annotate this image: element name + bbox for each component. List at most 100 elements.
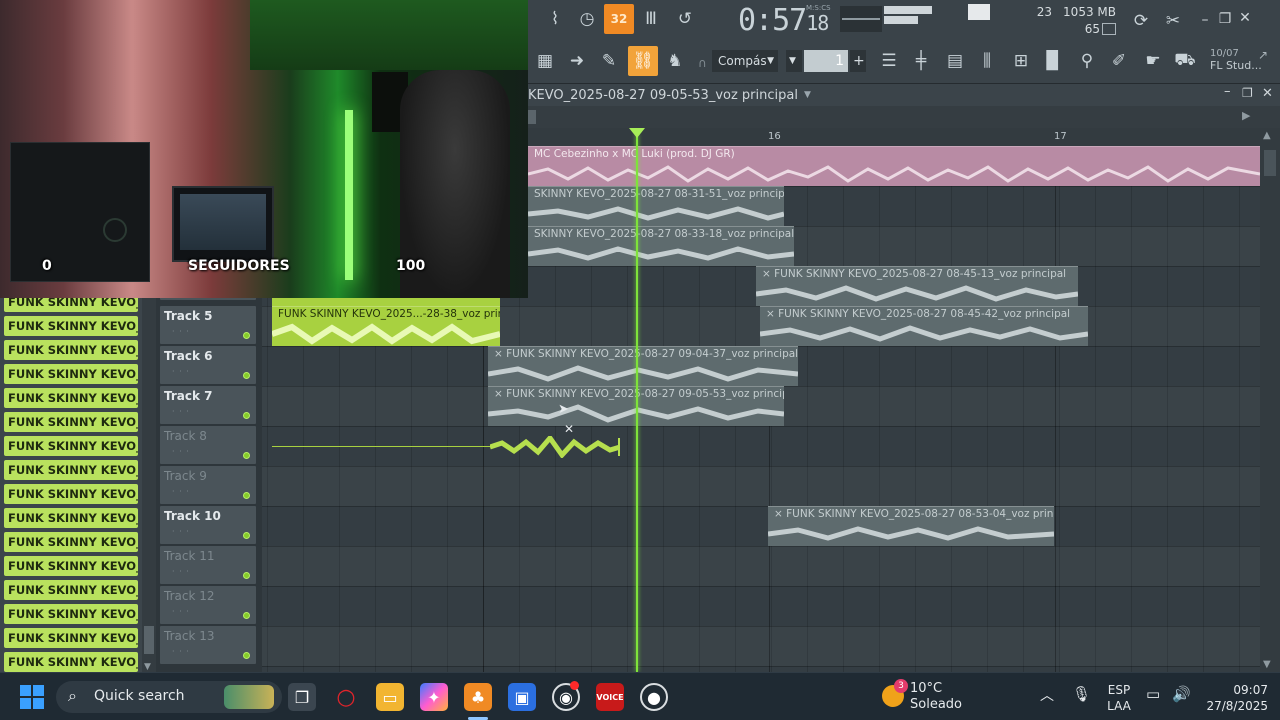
pl-minimize-icon[interactable]: –: [1224, 84, 1231, 99]
track-header[interactable]: Track 7 · · ·: [160, 386, 256, 424]
tools-icon[interactable]: ✂: [1158, 6, 1188, 36]
track-led-icon[interactable]: [243, 612, 250, 619]
restore-icon[interactable]: ❐: [1216, 11, 1234, 27]
browser-icon[interactable]: ⊞: [1006, 46, 1036, 76]
pattern-item[interactable]: FUNK SKINNY KEVO_2025...: [4, 652, 138, 672]
pl-restore-icon[interactable]: ❐: [1242, 86, 1253, 100]
playhead-marker-icon[interactable]: [629, 128, 645, 138]
news-panel[interactable]: 10/07 FL Stud...: [1210, 48, 1262, 72]
volume-icon[interactable]: 🔊: [1172, 685, 1191, 703]
windows-start-icon[interactable]: [20, 685, 44, 709]
snap-selector[interactable]: Compás ▼: [712, 50, 778, 72]
clock-date[interactable]: 27/8/2025: [1196, 699, 1268, 713]
pattern-item[interactable]: FUNK SKINNY KEVO_2025...: [4, 460, 138, 480]
fl-studio-icon[interactable]: ♣: [464, 683, 492, 711]
pattern-item[interactable]: FUNK SKINNY KEVO_2025...: [4, 436, 138, 456]
track-led-icon[interactable]: [243, 572, 250, 579]
track-led-icon[interactable]: [243, 452, 250, 459]
picker-scroll-down-icon[interactable]: ▼: [144, 662, 151, 672]
track-header[interactable]: Track 10 · · ·: [160, 506, 256, 544]
store-icon[interactable]: ▣: [508, 683, 536, 711]
project-icon[interactable]: ▉: [1038, 46, 1068, 76]
metronome-icon[interactable]: ⌇: [540, 4, 570, 34]
wait-record-icon[interactable]: ◷: [572, 4, 602, 34]
lang-bottom[interactable]: LAA: [1106, 699, 1132, 713]
vscroll-thumb[interactable]: [1264, 150, 1276, 176]
network-icon[interactable]: ▭: [1146, 685, 1160, 703]
playlist-icon[interactable]: ☰: [874, 46, 904, 76]
track-header[interactable]: Track 11 · · ·: [160, 546, 256, 584]
pattern-item[interactable]: FUNK SKINNY KEVO_2025...: [4, 556, 138, 576]
countdown-button[interactable]: 32: [604, 4, 634, 34]
audio-clip-track4[interactable]: × FUNK SKINNY KEVO_2025-08-27 08-45-13_v…: [756, 266, 1078, 306]
mixer-icon[interactable]: ⫼: [972, 46, 1002, 76]
scroll-right-icon[interactable]: ▶: [1242, 109, 1258, 125]
brush-icon[interactable]: ✎: [594, 46, 624, 76]
picker-scroll-thumb[interactable]: [144, 626, 154, 654]
file-explorer-icon[interactable]: ▭: [376, 683, 404, 711]
track-led-icon[interactable]: [243, 372, 250, 379]
link-icon[interactable]: ⛓: [628, 46, 658, 76]
pattern-add-icon[interactable]: +: [850, 50, 866, 72]
track-led-icon[interactable]: [243, 332, 250, 339]
track-header[interactable]: Track 6 · · ·: [160, 346, 256, 384]
audio-clip-track5-lime[interactable]: FUNK SKINNY KEVO_2025...-28-38_voz princ…: [272, 306, 500, 346]
track-header[interactable]: Track 13 · · ·: [160, 626, 256, 664]
piano-roll-icon[interactable]: ▤: [940, 46, 970, 76]
lang-top[interactable]: ESP: [1106, 683, 1132, 697]
pattern-item[interactable]: FUNK SKINNY KEVO_2025...: [4, 604, 138, 624]
track-led-icon[interactable]: [243, 492, 250, 499]
pattern-item[interactable]: FUNK SKINNY KEVO_2025...: [4, 412, 138, 432]
scroll-up-icon[interactable]: ▲: [1263, 130, 1271, 141]
pattern-item[interactable]: FUNK SKINNY KEVO_2025...: [4, 484, 138, 504]
stamp-icon[interactable]: ♞: [660, 46, 690, 76]
step-edit-icon[interactable]: Ⅲ: [636, 4, 666, 34]
pattern-item[interactable]: FUNK SKINNY KEVO_2025...: [4, 340, 138, 360]
horizontal-scrollbar[interactable]: ▶: [528, 106, 1280, 128]
close-icon[interactable]: ✕: [1236, 10, 1254, 26]
minimize-icon[interactable]: –: [1196, 12, 1214, 28]
microphone-icon[interactable]: 🎙: [1072, 685, 1091, 703]
pl-close-icon[interactable]: ✕: [1262, 86, 1273, 101]
pattern-item[interactable]: FUNK SKINNY KEVO_2025...: [4, 364, 138, 384]
scroll-thumb[interactable]: [528, 110, 536, 124]
scroll-down-icon[interactable]: ▼: [1263, 659, 1271, 670]
weather-temp[interactable]: 10°C: [910, 681, 942, 696]
pattern-item[interactable]: FUNK SKINNY KEVO_2025...: [4, 508, 138, 528]
pen-icon[interactable]: ✐: [1104, 46, 1134, 76]
task-view-icon[interactable]: ❐: [288, 683, 316, 711]
track-led-icon[interactable]: [243, 652, 250, 659]
loop-record-icon[interactable]: ↺: [670, 4, 700, 34]
piano-keyboard-icon[interactable]: ▦: [530, 46, 560, 76]
track-header[interactable]: Track 8 · · ·: [160, 426, 256, 464]
arrow-right-icon[interactable]: ➜: [562, 46, 592, 76]
track-header[interactable]: Track 9 · · ·: [160, 466, 256, 504]
copilot-icon[interactable]: ✦: [420, 683, 448, 711]
weather-desc[interactable]: Soleado: [910, 697, 962, 712]
track-header[interactable]: Track 12 · · ·: [160, 586, 256, 624]
audio-clip-track2[interactable]: SKINNY KEVO_2025-08-27 08-31-51_voz prin…: [528, 186, 784, 226]
opera-icon[interactable]: ○: [332, 683, 360, 711]
refresh-icon[interactable]: ⟳: [1126, 6, 1156, 36]
picker-scrollbar[interactable]: ▼: [142, 290, 156, 672]
magnet-icon[interactable]: ∩: [698, 56, 707, 70]
cart-icon[interactable]: ⛟: [1170, 46, 1200, 76]
pattern-item[interactable]: FUNK SKINNY KEVO_2025...: [4, 388, 138, 408]
pattern-item[interactable]: FUNK SKINNY KEVO_2025...: [4, 628, 138, 648]
audio-clip-track6[interactable]: × FUNK SKINNY KEVO_2025-08-27 09-04-37_v…: [488, 346, 798, 386]
audio-clip-track3[interactable]: SKINNY KEVO_2025-08-27 08-33-18_voz prin…: [528, 226, 794, 266]
track-led-icon[interactable]: [243, 412, 250, 419]
audio-clip-track10[interactable]: × FUNK SKINNY KEVO_2025-08-27 08-53-04_v…: [768, 506, 1054, 546]
tray-expand-icon[interactable]: ︿: [1040, 685, 1054, 705]
clock-time[interactable]: 09:07: [1196, 683, 1268, 697]
playlist-title[interactable]: KEVO_2025-08-27 09-05-53_voz principal: [528, 88, 798, 103]
voicemeeter-icon[interactable]: VOICE: [596, 683, 624, 711]
channel-rack-icon[interactable]: ╪: [906, 46, 936, 76]
track-header[interactable]: Track 5 · · ·: [160, 306, 256, 344]
obs-icon[interactable]: ●: [640, 683, 668, 711]
title-chevron-icon[interactable]: ▼: [804, 90, 811, 100]
pattern-item[interactable]: FUNK SKINNY KEVO_2025...: [4, 316, 138, 336]
vertical-scrollbar[interactable]: ▲ ▼: [1260, 128, 1280, 672]
plugin-icon[interactable]: ⚲: [1072, 46, 1102, 76]
pattern-item[interactable]: FUNK SKINNY KEVO_2025...: [4, 580, 138, 600]
